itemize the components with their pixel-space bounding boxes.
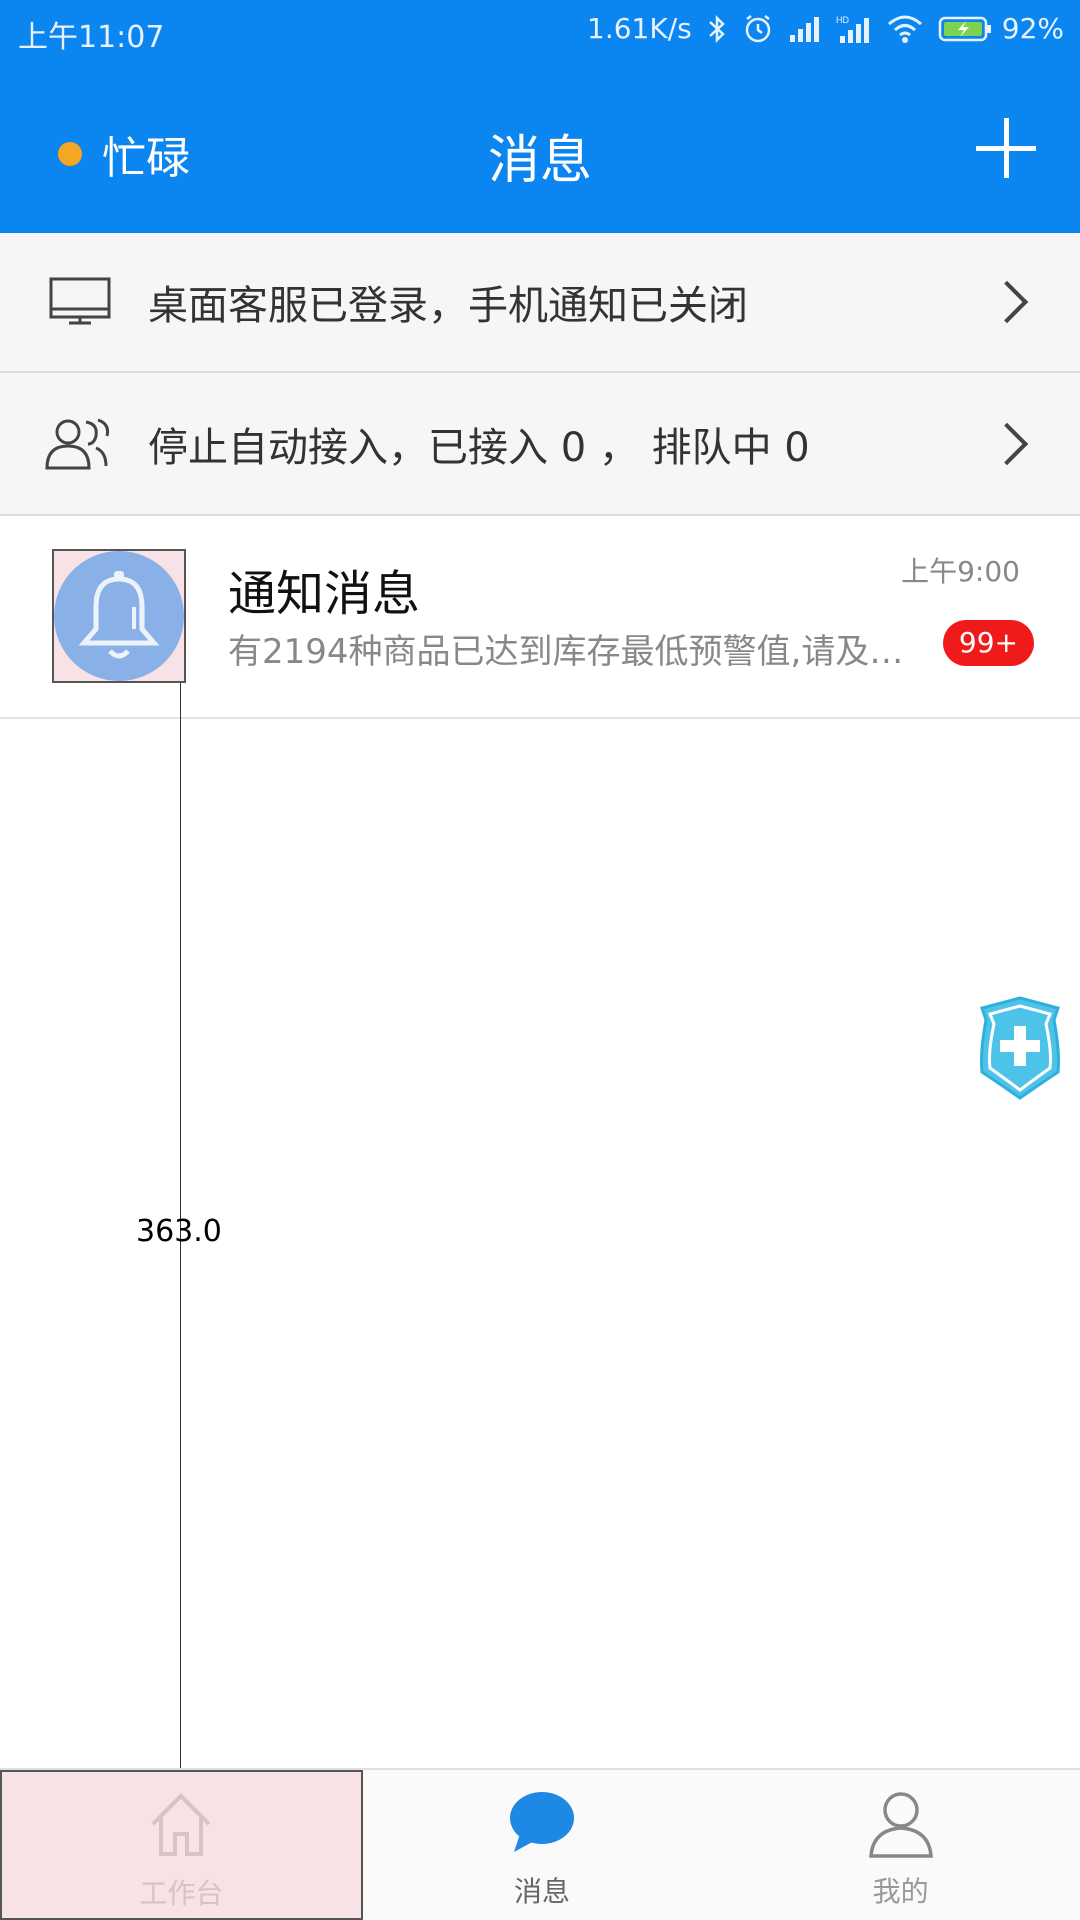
status-bar: 上午11:07 1.61K/s HD 92% xyxy=(0,0,1080,60)
bell-icon xyxy=(54,551,184,681)
chevron-right-icon xyxy=(985,280,1029,324)
message-time: 上午9:00 xyxy=(901,555,1020,588)
battery-indicator: 92% xyxy=(938,12,1064,45)
tab-profile-label: 我的 xyxy=(872,1875,929,1908)
message-title: 通知消息 xyxy=(228,566,421,622)
notice-text: 桌面客服已登录，手机通知已关闭 xyxy=(148,283,748,329)
alarm-icon xyxy=(742,13,774,45)
users-group-icon xyxy=(40,416,120,472)
desktop-login-notice[interactable]: 桌面客服已登录，手机通知已关闭 xyxy=(0,233,1080,373)
tab-messages[interactable]: 消息 xyxy=(363,1770,722,1920)
signal-icon xyxy=(788,15,822,43)
avatar xyxy=(52,549,186,683)
tab-profile[interactable]: 我的 xyxy=(721,1770,1080,1920)
tab-workbench-label: 工作台 xyxy=(139,1877,224,1910)
add-icon[interactable] xyxy=(976,118,1036,178)
status-indicators: 1.61K/s HD 92% xyxy=(587,12,1064,45)
wifi-icon xyxy=(886,14,924,44)
app-header: 上午11:07 1.61K/s HD 92% 忙碌 消息 xyxy=(0,0,1080,233)
desktop-monitor-icon xyxy=(40,277,120,327)
page-title: 消息 xyxy=(487,131,592,191)
signal-hd-icon: HD xyxy=(836,14,872,44)
notice-text: 停止自动接入，已接入 0 ， 排队中 0 xyxy=(148,424,810,471)
status-time: 上午11:07 xyxy=(18,20,165,55)
battery-icon xyxy=(938,16,991,41)
svg-text:HD: HD xyxy=(836,15,849,25)
shield-plus-icon[interactable] xyxy=(974,992,1066,1104)
bluetooth-icon xyxy=(706,14,728,44)
tab-workbench[interactable]: 工作台 xyxy=(0,1770,363,1920)
debug-measurement-label: 363.0 xyxy=(136,1214,222,1249)
list-item[interactable]: 通知消息 上午9:00 有2194种商品已达到库存最低预警值,请及时补货 99+ xyxy=(0,516,1080,719)
battery-percent: 92% xyxy=(1001,12,1064,45)
auto-assign-notice[interactable]: 停止自动接入，已接入 0 ， 排队中 0 xyxy=(0,373,1080,516)
chat-bubble-icon xyxy=(506,1786,578,1862)
user-profile-icon xyxy=(865,1786,937,1862)
home-icon xyxy=(145,1788,217,1864)
tab-messages-label: 消息 xyxy=(514,1875,571,1908)
net-speed: 1.61K/s xyxy=(587,12,692,45)
chevron-right-icon xyxy=(985,422,1029,465)
message-preview: 有2194种商品已达到库存最低预警值,请及时补货 xyxy=(228,632,928,672)
bottom-nav: 工作台 消息 我的 xyxy=(0,1768,1080,1920)
unread-badge: 99+ xyxy=(942,620,1034,666)
